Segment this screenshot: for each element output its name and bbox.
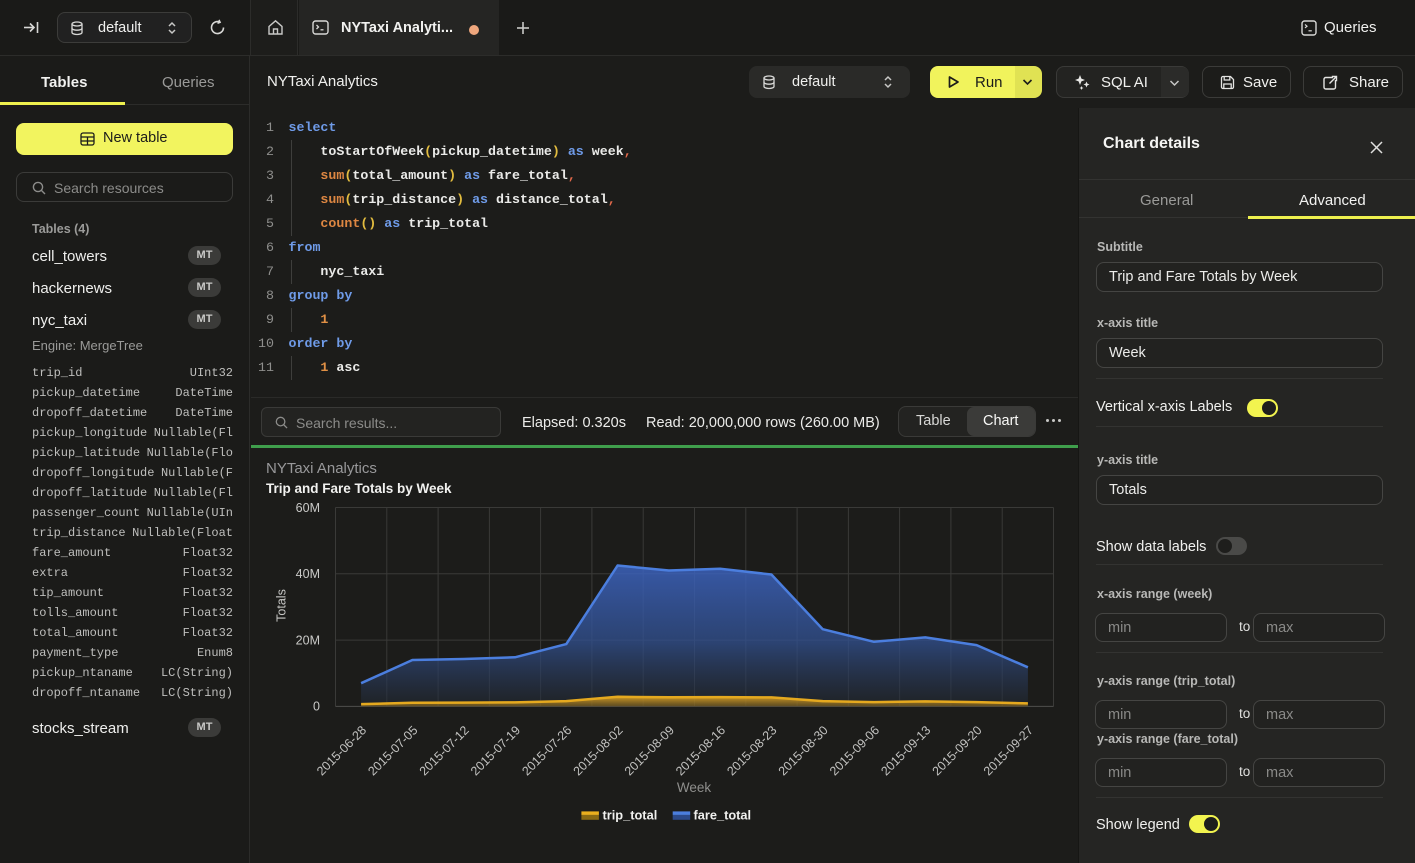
svg-text:2015-09-06: 2015-09-06 xyxy=(827,723,882,778)
svg-text:2015-09-20: 2015-09-20 xyxy=(930,723,985,778)
svg-text:2015-07-26: 2015-07-26 xyxy=(519,723,574,778)
svg-text:2015-08-02: 2015-08-02 xyxy=(571,723,626,778)
svg-text:2015-08-30: 2015-08-30 xyxy=(776,723,831,778)
svg-text:0: 0 xyxy=(313,700,320,714)
svg-text:2015-09-27: 2015-09-27 xyxy=(981,723,1036,778)
svg-text:60M: 60M xyxy=(296,501,320,515)
svg-text:Week: Week xyxy=(677,780,712,795)
svg-text:2015-07-05: 2015-07-05 xyxy=(365,723,420,778)
svg-text:20M: 20M xyxy=(296,633,320,647)
svg-text:2015-09-13: 2015-09-13 xyxy=(878,723,933,778)
svg-text:2015-08-23: 2015-08-23 xyxy=(724,723,779,778)
svg-text:2015-08-09: 2015-08-09 xyxy=(622,723,677,778)
svg-text:2015-07-19: 2015-07-19 xyxy=(468,723,523,778)
svg-text:2015-07-12: 2015-07-12 xyxy=(417,723,472,778)
svg-text:40M: 40M xyxy=(296,567,320,581)
svg-text:trip_total: trip_total xyxy=(603,808,658,823)
svg-text:2015-08-16: 2015-08-16 xyxy=(673,723,728,778)
svg-text:fare_total: fare_total xyxy=(694,808,752,823)
svg-text:2015-06-28: 2015-06-28 xyxy=(314,723,369,778)
svg-text:Totals: Totals xyxy=(275,589,289,622)
